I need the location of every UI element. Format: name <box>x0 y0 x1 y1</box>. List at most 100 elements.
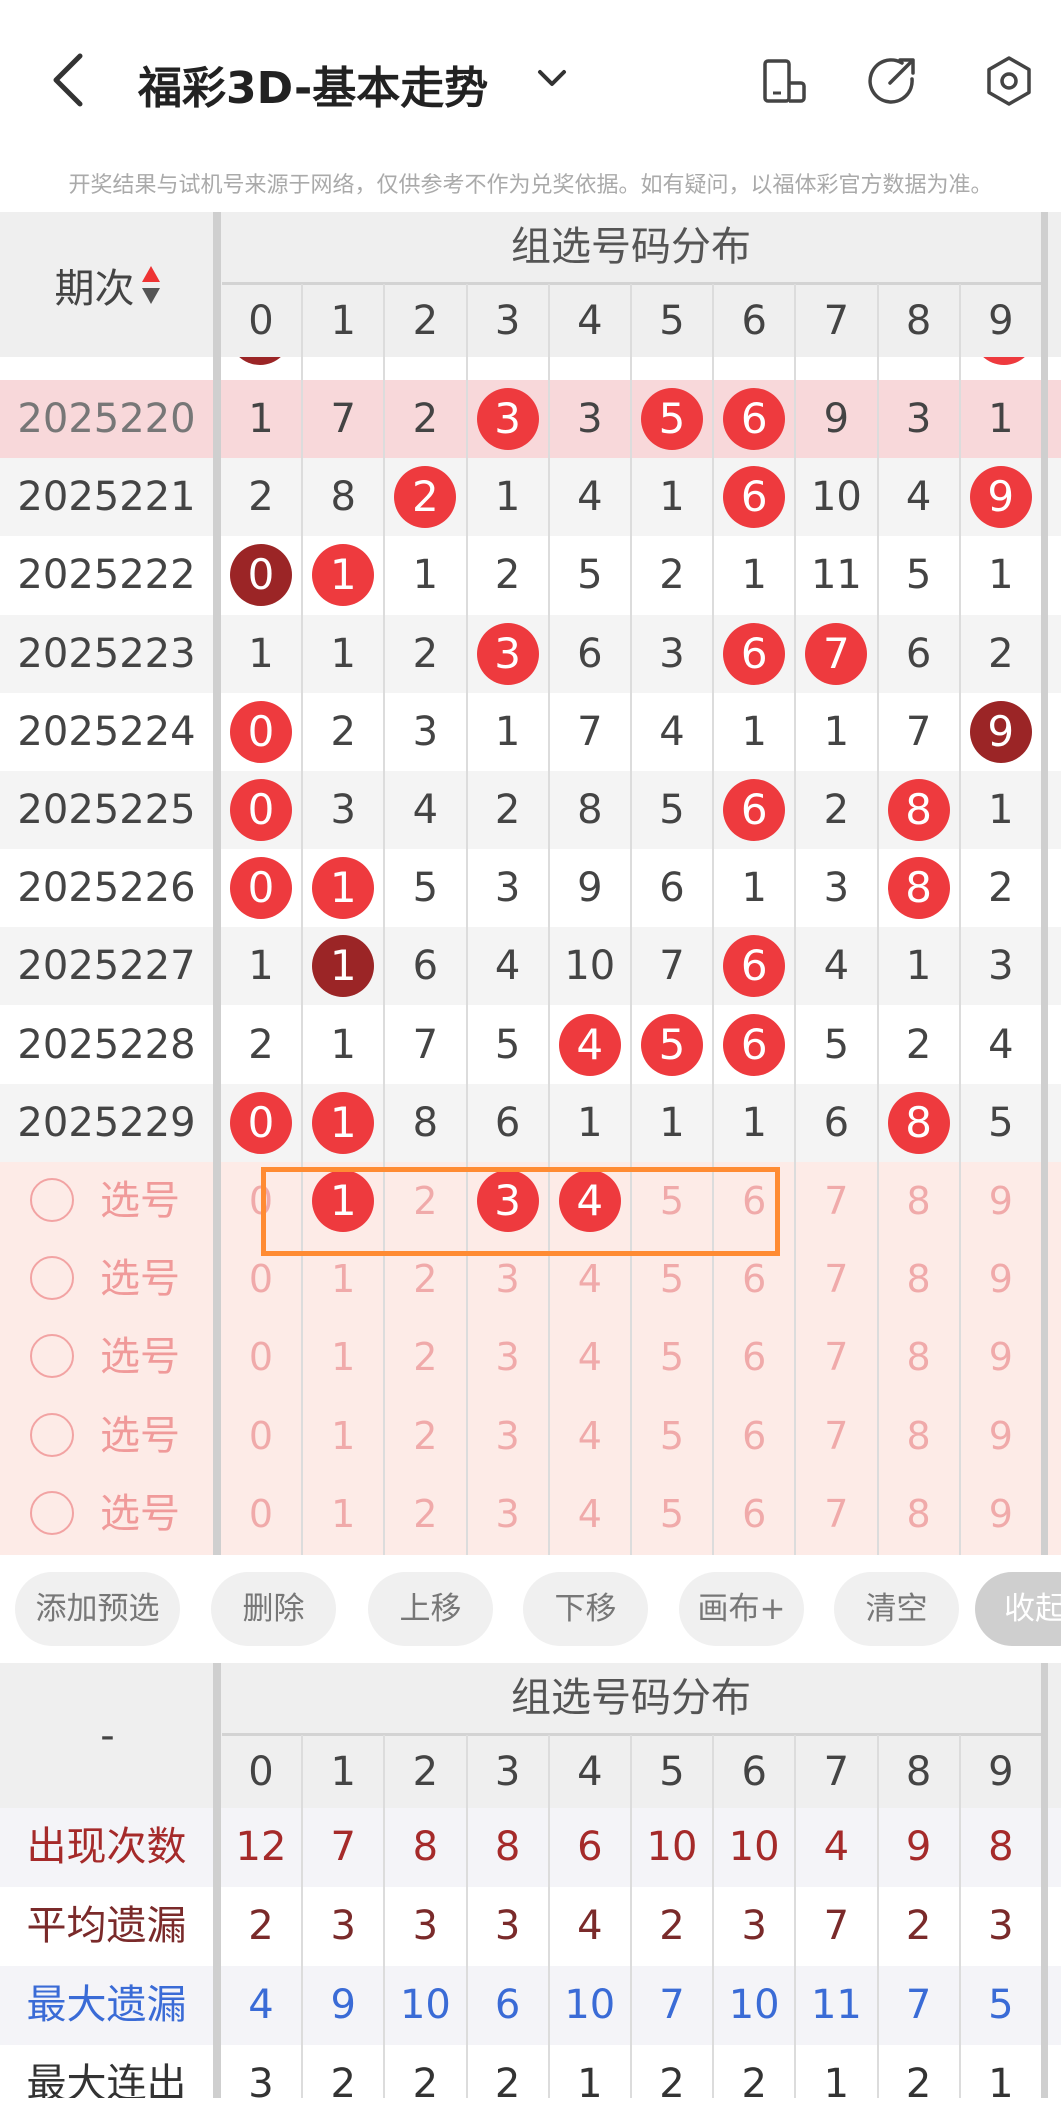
stats-value: 5 <box>988 1982 1014 2028</box>
select-digit[interactable]: 2 <box>384 1397 466 1475</box>
column-divider <box>213 1663 221 2113</box>
draw-row[interactable]: 2025225 0 3 4 2 8 5 6 2 8 1 <box>0 771 1061 849</box>
select-digit[interactable]: 7 <box>795 1162 877 1240</box>
action-button-3[interactable]: 下移 <box>523 1572 648 1646</box>
digit-cell: 1 <box>248 630 274 677</box>
digit-cell: 1 <box>741 552 767 599</box>
back-icon[interactable] <box>48 52 88 108</box>
select-digit[interactable]: 9 <box>960 1397 1042 1475</box>
select-radio[interactable] <box>30 1412 74 1457</box>
select-digit[interactable]: 6 <box>713 1475 795 1553</box>
select-digit[interactable]: 8 <box>878 1475 960 1553</box>
period-number: 2025221 <box>17 474 196 521</box>
select-digit[interactable]: 8 <box>878 1318 960 1396</box>
select-label[interactable]: 选号 <box>100 1397 180 1475</box>
select-label[interactable]: 选号 <box>100 1240 180 1318</box>
select-digit[interactable]: 6 <box>713 1397 795 1475</box>
select-digit[interactable]: 2 <box>384 1318 466 1396</box>
draw-row[interactable]: 2025223 1 1 2 3 6 3 6 7 6 2 <box>0 614 1061 693</box>
stats-value: 3 <box>741 1903 767 1949</box>
select-digit[interactable]: 0 <box>220 1318 302 1396</box>
digit-cell: 3 <box>467 615 549 693</box>
select-radio[interactable] <box>30 1256 74 1301</box>
digit-header-3: 3 <box>494 1749 521 1795</box>
select-digit[interactable]: 3 <box>467 1318 549 1396</box>
stats-value: 4 <box>577 1903 603 1949</box>
select-digit[interactable]: 8 <box>878 1240 960 1318</box>
select-digit[interactable]: 9 <box>960 1240 1042 1318</box>
chevron-down-icon[interactable] <box>534 64 570 92</box>
action-button-0[interactable]: 添加预选 <box>15 1572 180 1646</box>
select-digit[interactable]: 1 <box>302 1475 384 1553</box>
select-digit[interactable]: 8 <box>878 1397 960 1475</box>
period-header[interactable]: 期次 <box>0 212 215 357</box>
action-button-6[interactable]: 收起 <box>975 1572 1061 1646</box>
draw-row[interactable]: 2025228 2 1 7 5 4 5 6 5 2 4 <box>0 1005 1061 1084</box>
select-digit[interactable]: 4 <box>549 1318 631 1396</box>
digit-cell: 6 <box>713 615 795 693</box>
action-button-2[interactable]: 上移 <box>368 1572 493 1646</box>
select-digit[interactable]: 1 <box>302 1318 384 1396</box>
hit-ball: 6 <box>723 388 786 450</box>
digit-header-5: 5 <box>659 1749 685 1795</box>
digit-cell: 1 <box>412 552 439 599</box>
select-digit[interactable]: 7 <box>795 1397 877 1475</box>
select-radio[interactable] <box>30 1490 74 1535</box>
select-digit[interactable]: 0 <box>220 1397 302 1475</box>
select-digit[interactable]: 3 <box>467 1475 549 1553</box>
digit-cell: 6 <box>659 865 685 912</box>
stats-value: 8 <box>412 1824 439 1870</box>
hit-ball: 1 <box>312 544 375 607</box>
draw-row[interactable]: 2025226 0 1 5 3 9 6 1 3 8 2 <box>0 849 1061 928</box>
page-title[interactable]: 福彩3D-基本走势 <box>138 52 488 116</box>
draw-row[interactable]: 2025222 0 1 1 2 5 2 1 11 5 1 <box>0 536 1061 615</box>
share-icon[interactable] <box>866 55 918 107</box>
draw-row[interactable]: 2025227 1 1 6 4 10 7 6 4 1 3 <box>0 927 1061 1006</box>
select-radio[interactable] <box>30 1334 74 1379</box>
action-button-4[interactable]: 画布+ <box>679 1572 804 1646</box>
hit-ball: 0 <box>230 1091 292 1154</box>
digit-header-0: 0 <box>248 1749 274 1795</box>
select-digit[interactable]: 4 <box>549 1475 631 1553</box>
select-digit[interactable]: 9 <box>960 1162 1042 1240</box>
select-digit[interactable]: 5 <box>631 1397 713 1475</box>
action-button-1[interactable]: 删除 <box>211 1572 336 1646</box>
select-digit[interactable]: 7 <box>795 1318 877 1396</box>
select-digit[interactable]: 2 <box>384 1475 466 1553</box>
select-digit[interactable]: 1 <box>302 1397 384 1475</box>
device-rotate-icon[interactable] <box>757 55 809 107</box>
draw-row[interactable]: 2025220 1 7 2 3 3 5 6 9 3 1 <box>0 380 1061 458</box>
digit-cell: 4 <box>659 708 685 755</box>
select-digit[interactable]: 5 <box>631 1318 713 1396</box>
select-digit[interactable]: 9 <box>960 1318 1042 1396</box>
sort-icon[interactable] <box>141 264 161 306</box>
select-digit[interactable]: 6 <box>713 1318 795 1396</box>
select-label[interactable]: 选号 <box>100 1318 180 1396</box>
digit-cell: 6 <box>412 943 439 990</box>
select-digit[interactable]: 9 <box>960 1475 1042 1553</box>
stats-value: 8 <box>988 1824 1014 1870</box>
select-radio[interactable] <box>30 1178 74 1222</box>
draw-row[interactable]: 2025229 0 1 8 6 1 1 1 6 8 5 <box>0 1083 1061 1162</box>
stats-value: 6 <box>577 1824 603 1870</box>
select-label[interactable]: 选号 <box>100 1162 180 1240</box>
select-label[interactable]: 选号 <box>100 1475 180 1553</box>
draw-row[interactable]: 2025221 2 8 2 1 4 1 6 10 4 9 <box>0 458 1061 537</box>
settings-icon[interactable] <box>983 55 1035 107</box>
draw-row[interactable]: 2025224 0 2 3 1 7 4 1 1 7 9 <box>0 692 1061 771</box>
select-digit[interactable]: 0 <box>220 1475 302 1553</box>
digit-cell: 1 <box>905 943 932 990</box>
select-digit[interactable]: 4 <box>549 1397 631 1475</box>
digit-cell: 1 <box>659 474 685 521</box>
select-digit[interactable]: 7 <box>795 1240 877 1318</box>
select-digit[interactable]: 3 <box>467 1397 549 1475</box>
digit-cell: 6 <box>713 927 795 1005</box>
select-digit[interactable]: 7 <box>795 1475 877 1553</box>
select-digit[interactable]: 8 <box>878 1162 960 1240</box>
digit-header-6: 6 <box>741 1749 767 1795</box>
digit-cell: 9 <box>823 396 850 442</box>
digit-cell: 7 <box>795 615 877 693</box>
digit-cell: 4 <box>549 1006 631 1084</box>
select-digit[interactable]: 5 <box>631 1475 713 1553</box>
action-button-5[interactable]: 清空 <box>834 1572 959 1646</box>
